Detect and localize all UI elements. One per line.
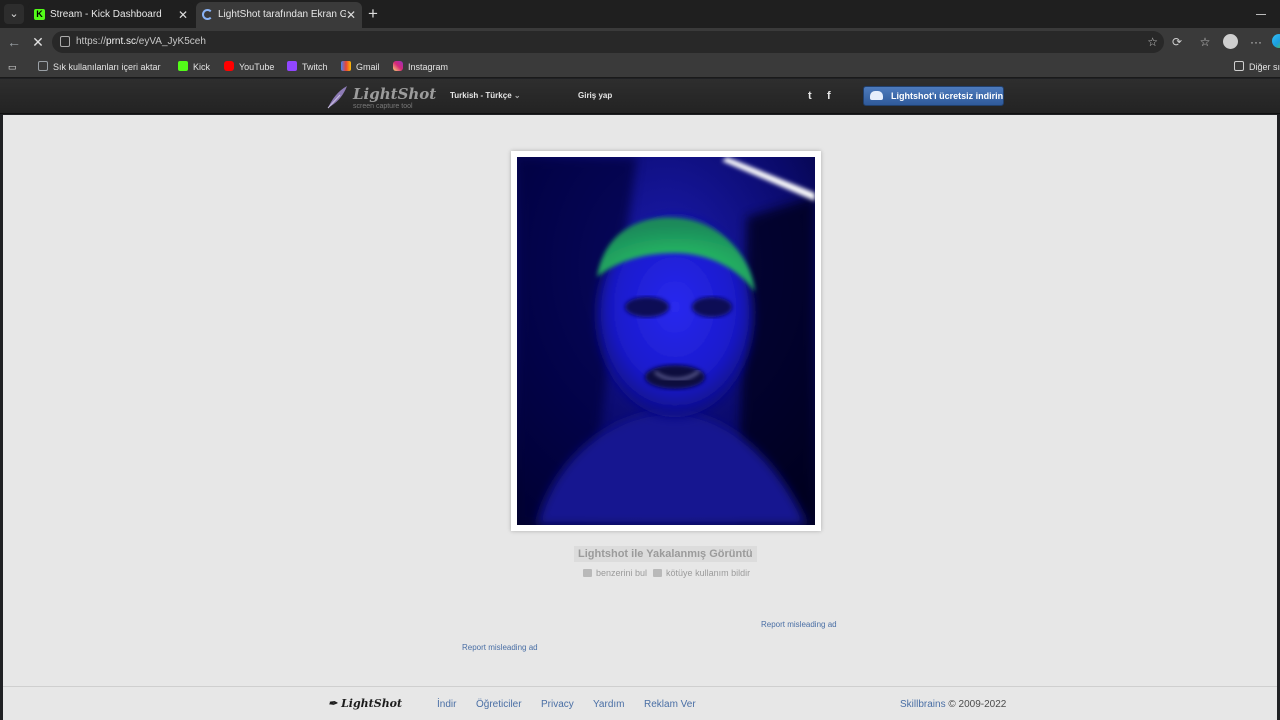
- extensions-icon[interactable]: ⟳: [1168, 32, 1186, 52]
- logo-name: LightShot: [353, 85, 437, 103]
- image-caption: Lightshot ile Yakalanmış Görüntü: [574, 546, 757, 562]
- browser-toolbar: ← ✕ https://prnt.sc/eyVA_JyK5ceh ☆ ⟳ ☆ ·…: [0, 28, 1280, 56]
- back-arrow-icon[interactable]: ←: [4, 32, 24, 52]
- footer-copyright: Skillbrains © 2009-2022: [900, 699, 1007, 710]
- gmail-icon: [341, 61, 351, 71]
- other-bookmarks-folder[interactable]: Diğer sık: [1234, 56, 1280, 78]
- kick-favicon-icon: K: [34, 9, 45, 20]
- bookmark-import[interactable]: Sık kullanılanları içeri aktar: [38, 56, 161, 78]
- stop-loading-icon[interactable]: ✕: [28, 32, 48, 52]
- footer-link-help[interactable]: Yardım: [593, 699, 625, 710]
- screenshot-page: Lightshot ile Yakalanmış Görüntü benzeri…: [3, 115, 1277, 717]
- footer-link-privacy[interactable]: Privacy: [541, 699, 574, 710]
- bookmark-twitch[interactable]: Twitch: [287, 56, 328, 78]
- bookmark-kick[interactable]: Kick: [178, 56, 210, 78]
- cloud-download-icon: [870, 91, 883, 100]
- lightshot-header: LightShot screen capture tool Turkish - …: [0, 79, 1280, 114]
- favorites-icon[interactable]: ☆: [1196, 32, 1214, 52]
- feather-icon: ✒: [328, 697, 338, 710]
- close-tab-icon[interactable]: ✕: [178, 2, 188, 28]
- tab-lightshot[interactable]: LightShot tarafından Ekran Görüntüsü ✕: [196, 2, 362, 28]
- logo-tagline: screen capture tool: [353, 103, 413, 110]
- image-actions: benzerini bul kötüye kullanım bildir: [583, 568, 750, 578]
- site-info-icon[interactable]: [60, 36, 70, 47]
- profile-avatar[interactable]: [1223, 34, 1238, 49]
- browser-tab-bar: ⌄ K Stream - Kick Dashboard ✕ LightShot …: [0, 0, 1280, 28]
- bookmarks-bar: ▭ Sık kullanılanları içeri aktar Kick Yo…: [0, 56, 1280, 78]
- report-ad-link-left[interactable]: Report misleading ad: [462, 643, 538, 652]
- skillbrains-link[interactable]: Skillbrains: [900, 699, 946, 710]
- footer-link-advertise[interactable]: Reklam Ver: [644, 699, 696, 710]
- screenshot-frame: [511, 151, 821, 531]
- youtube-icon: [224, 61, 234, 71]
- bookmark-star-icon[interactable]: ☆: [1147, 31, 1158, 53]
- bookmark-youtube[interactable]: YouTube: [224, 56, 274, 78]
- tab-title: Stream - Kick Dashboard: [50, 9, 162, 20]
- footer-link-download[interactable]: İndir: [437, 699, 456, 710]
- download-button[interactable]: Lightshot'ı ücretsiz indirin: [863, 86, 1004, 106]
- sidebar-toggle-icon[interactable]: ▭: [8, 56, 17, 78]
- report-abuse-link[interactable]: kötüye kullanım bildir: [653, 568, 750, 578]
- flag-icon: [653, 569, 663, 577]
- kick-icon: [178, 61, 188, 71]
- folder-icon: [1234, 61, 1244, 71]
- loading-spinner-icon: [202, 9, 213, 20]
- copilot-icon[interactable]: [1272, 34, 1280, 48]
- find-similar-link[interactable]: benzerini bul: [583, 568, 647, 578]
- login-link[interactable]: Giriş yap: [578, 79, 612, 113]
- twitter-icon[interactable]: t: [808, 79, 812, 113]
- minimize-window-icon[interactable]: [1256, 14, 1266, 15]
- language-selector[interactable]: Turkish - Türkçe ⌄: [450, 79, 521, 113]
- new-tab-plus-icon[interactable]: +: [368, 2, 378, 26]
- lightshot-logo[interactable]: LightShot screen capture tool: [326, 83, 436, 111]
- facebook-icon[interactable]: f: [827, 79, 831, 113]
- bookmark-gmail[interactable]: Gmail: [341, 56, 380, 78]
- import-icon: [38, 61, 48, 71]
- page-footer: ✒ LightShot İndir Öğreticiler Privacy Ya…: [3, 686, 1277, 720]
- close-tab-icon[interactable]: ✕: [346, 2, 356, 28]
- address-bar[interactable]: https://prnt.sc/eyVA_JyK5ceh ☆: [52, 31, 1164, 53]
- screenshot-image[interactable]: [517, 157, 815, 525]
- tab-list-chevron-icon[interactable]: ⌄: [4, 4, 24, 24]
- bookmark-instagram[interactable]: Instagram: [393, 56, 448, 78]
- screenshot-photo: [517, 157, 815, 525]
- camera-icon: [583, 569, 592, 577]
- footer-link-tutorials[interactable]: Öğreticiler: [476, 699, 522, 710]
- chevron-down-icon: ⌄: [513, 91, 521, 100]
- tab-kick-dashboard[interactable]: K Stream - Kick Dashboard ✕: [28, 2, 194, 28]
- report-ad-link-right[interactable]: Report misleading ad: [761, 620, 837, 629]
- tab-title: LightShot tarafından Ekran Görüntüsü: [218, 9, 346, 20]
- instagram-icon: [393, 61, 403, 71]
- url-text[interactable]: https://prnt.sc/eyVA_JyK5ceh: [76, 31, 206, 53]
- twitch-icon: [287, 61, 297, 71]
- more-menu-icon[interactable]: ···: [1247, 32, 1265, 52]
- feather-icon: [327, 86, 347, 109]
- footer-logo[interactable]: ✒ LightShot: [328, 697, 402, 710]
